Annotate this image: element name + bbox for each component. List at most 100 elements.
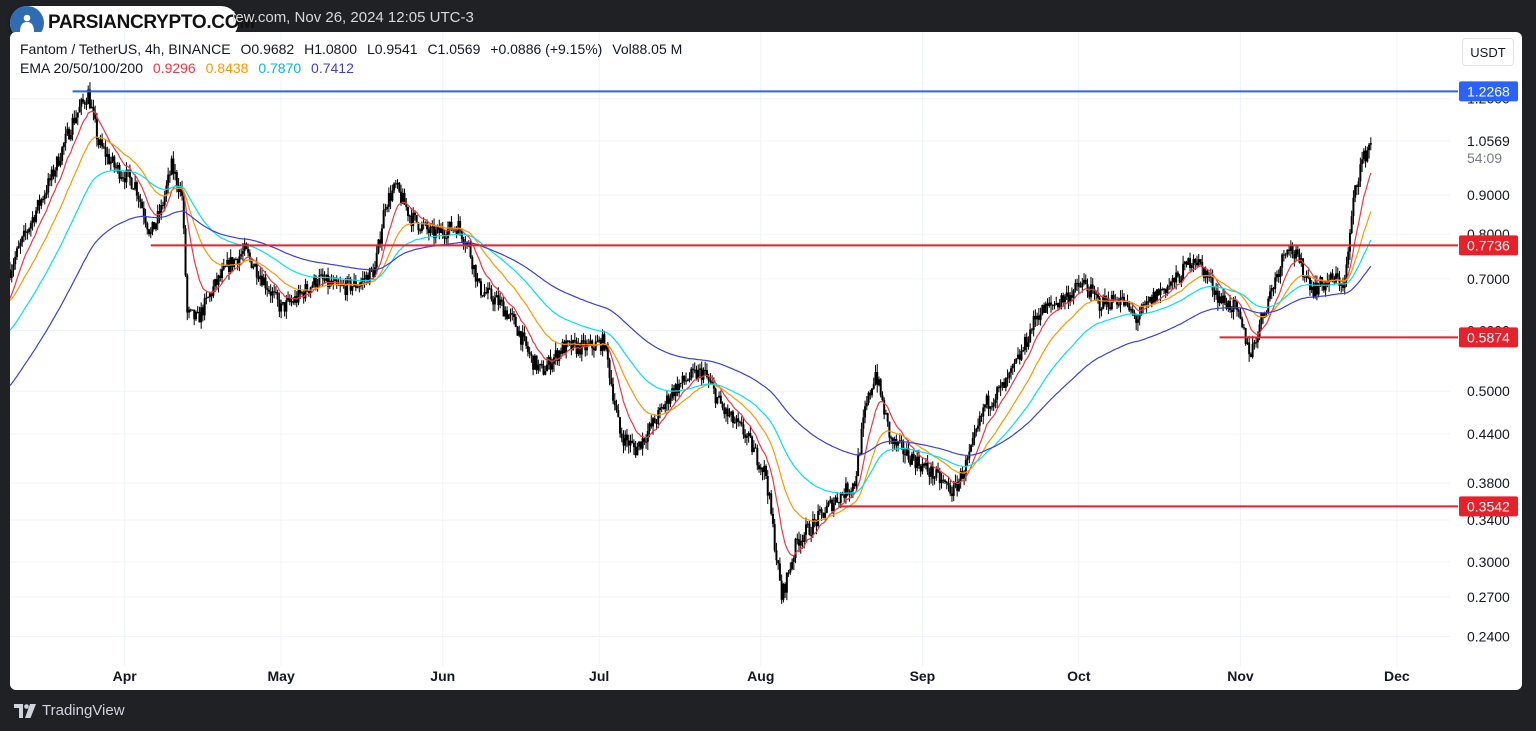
- candle-body: [1161, 289, 1164, 291]
- candle-body: [617, 409, 620, 418]
- candle-body: [1331, 273, 1334, 278]
- candle-body: [78, 106, 81, 113]
- candle-body: [398, 182, 401, 192]
- candle-body: [130, 177, 133, 189]
- candle-body: [660, 407, 663, 409]
- candle-body: [733, 422, 736, 424]
- candle-body: [568, 341, 571, 343]
- candle-body: [1303, 276, 1306, 278]
- candle-body: [106, 153, 109, 157]
- candle-body: [726, 408, 729, 417]
- candle-body: [290, 301, 293, 303]
- candle-body: [141, 201, 144, 208]
- candle-body: [624, 434, 627, 446]
- x-tick-label: Apr: [113, 668, 138, 684]
- level-price-tag[interactable]: 1.2268: [1459, 81, 1518, 102]
- candle-body: [1246, 342, 1249, 344]
- candle-body: [351, 286, 354, 291]
- candle-body: [387, 192, 390, 207]
- candle-body: [35, 210, 38, 222]
- candle-body: [1004, 378, 1007, 388]
- candle-body: [506, 310, 509, 319]
- candle-body: [1284, 254, 1287, 256]
- candle-body: [476, 278, 479, 282]
- candle-body: [507, 314, 510, 319]
- candle-body: [189, 309, 192, 311]
- candle-body: [264, 277, 267, 289]
- candle-body: [683, 375, 686, 382]
- candle-body: [1034, 316, 1037, 320]
- y-tick-label: 0.3000: [1467, 554, 1510, 570]
- candle-body: [737, 418, 740, 422]
- candle-body: [257, 277, 260, 280]
- candle-body: [1152, 291, 1155, 304]
- candle-body: [921, 463, 924, 472]
- candle-body: [796, 538, 799, 540]
- candle-body: [50, 169, 53, 181]
- candle-body: [1062, 295, 1065, 303]
- candle-body: [1015, 358, 1018, 363]
- currency-button[interactable]: USDT: [1462, 38, 1514, 66]
- candle-body: [97, 139, 100, 146]
- candle-body: [61, 147, 64, 162]
- candle-body: [408, 215, 411, 217]
- candle-body: [509, 313, 512, 315]
- candle-body: [1366, 150, 1369, 162]
- candle-body: [266, 288, 269, 290]
- candle-body: [1270, 288, 1273, 292]
- candle-body: [1244, 328, 1247, 344]
- candle-body: [1041, 305, 1044, 315]
- candle-body: [1215, 290, 1218, 295]
- level-price-tag[interactable]: 0.3542: [1459, 496, 1518, 517]
- candle-body: [994, 399, 997, 404]
- candle-body: [869, 392, 872, 396]
- candle-body: [499, 299, 502, 305]
- candle-body: [895, 439, 898, 446]
- candle-body: [363, 278, 366, 280]
- candle-body: [55, 156, 58, 171]
- candle-body: [241, 250, 244, 255]
- candles: [10, 82, 1372, 604]
- candle-body: [695, 369, 698, 379]
- candle-body: [658, 407, 661, 410]
- candle-body: [318, 275, 321, 284]
- candle-body: [154, 223, 157, 230]
- candle-body: [540, 363, 543, 366]
- candle-body: [1369, 143, 1372, 145]
- close-value: C1.0569: [427, 41, 481, 57]
- level-price-tag[interactable]: 0.7736: [1459, 235, 1518, 256]
- candle-body: [780, 580, 783, 600]
- candle-body: [1192, 259, 1195, 265]
- ema-label[interactable]: EMA 20/50/100/200: [20, 60, 143, 76]
- candle-body: [1037, 315, 1040, 320]
- candle-body: [622, 438, 625, 446]
- candle-body: [1136, 319, 1139, 323]
- candle-body: [1267, 298, 1270, 313]
- level-price-tag[interactable]: 0.5874: [1459, 327, 1518, 348]
- candle-body: [358, 285, 361, 288]
- candle-body: [740, 422, 743, 425]
- candle-body: [71, 117, 74, 135]
- candle-body: [142, 207, 145, 217]
- candle-body: [728, 415, 731, 417]
- candle-body: [940, 479, 943, 484]
- candle-body: [431, 226, 434, 228]
- candle-body: [619, 417, 622, 434]
- candle-body: [1039, 314, 1042, 320]
- candle-body: [66, 128, 69, 134]
- price-chart[interactable]: 1.20001.05690.90000.80000.70000.60000.50…: [10, 32, 1522, 690]
- candle-body: [328, 280, 331, 287]
- candle-body: [120, 177, 123, 179]
- candle-body: [620, 433, 623, 439]
- candle-body: [546, 364, 549, 372]
- candle-body: [657, 409, 660, 424]
- candle-body: [26, 231, 29, 233]
- candle-body: [855, 476, 858, 487]
- candle-body: [806, 523, 809, 525]
- candle-body: [989, 406, 992, 409]
- candle-body: [778, 563, 781, 581]
- candle-body: [1354, 185, 1357, 198]
- symbol-title[interactable]: Fantom / TetherUS, 4h, BINANCE: [20, 41, 231, 57]
- candle-body: [1168, 285, 1171, 287]
- candle-body: [353, 280, 356, 287]
